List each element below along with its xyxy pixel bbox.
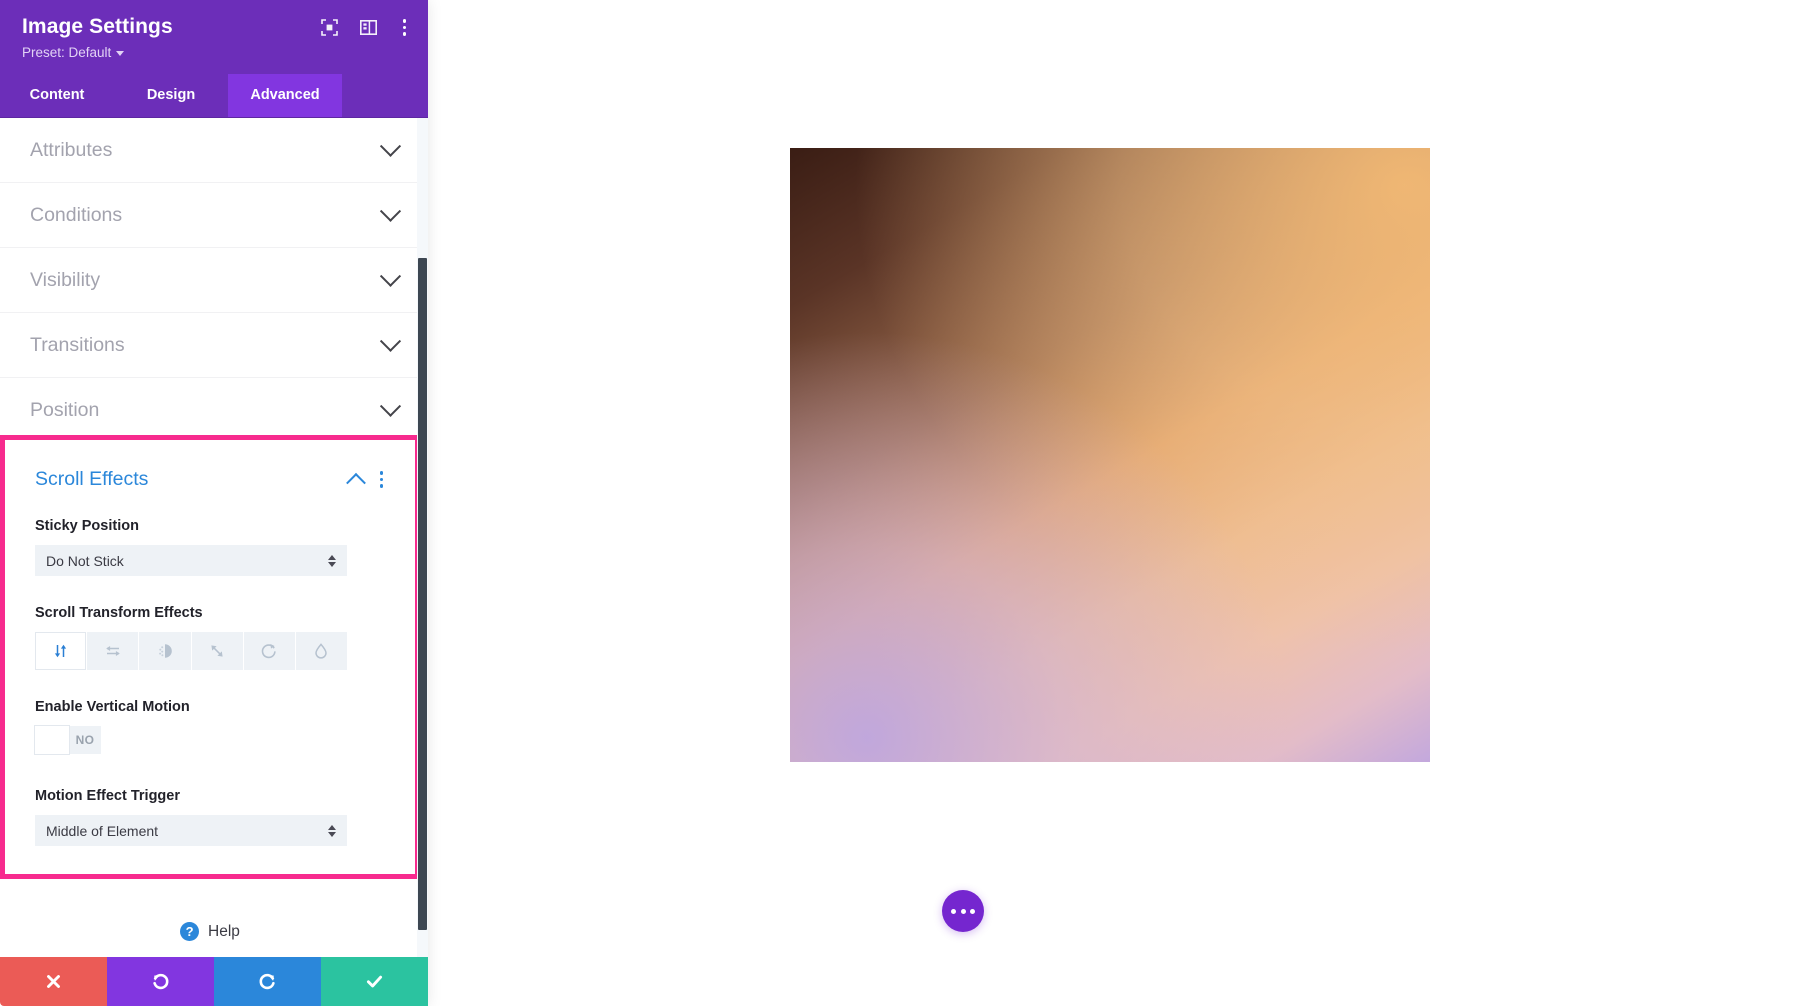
enable-vertical-motion-label: Enable Vertical Motion [35, 699, 190, 715]
section-label: Transitions [30, 333, 125, 356]
chevron-down-icon [116, 51, 125, 56]
section-label: Position [30, 398, 100, 421]
vertical-motion-icon[interactable] [35, 632, 88, 670]
chevron-down-icon [379, 395, 402, 417]
scaling-up-down-icon[interactable] [192, 632, 244, 670]
cancel-button[interactable] [0, 957, 107, 1006]
save-button[interactable] [321, 957, 428, 1006]
section-conditions[interactable]: Conditions [0, 183, 428, 248]
chevron-down-icon [379, 265, 402, 287]
tab-design[interactable]: Design [114, 74, 228, 117]
horizontal-motion-icon[interactable] [87, 632, 140, 670]
more-vertical-icon[interactable] [378, 469, 386, 490]
motion-effect-trigger-label: Motion Effect Trigger [35, 788, 180, 804]
panel-scrollbar-track[interactable] [417, 118, 428, 957]
sticky-position-value: Do Not Stick [46, 552, 124, 569]
motion-effect-trigger-select[interactable]: Middle of Element [35, 815, 347, 846]
sticky-position-select[interactable]: Do Not Stick [35, 545, 347, 576]
focus-frame-icon[interactable] [320, 18, 338, 36]
chevron-down-icon [379, 135, 402, 157]
panel-body: Attributes Conditions Visibility Transit… [0, 118, 428, 957]
panel-header: Image Settings Preset: Default [0, 0, 428, 74]
scroll-effects-header[interactable]: Scroll Effects [35, 468, 386, 493]
editor-canvas [428, 0, 1800, 1006]
section-transitions[interactable]: Transitions [0, 313, 428, 378]
settings-panel: Image Settings Preset: Default Content D… [0, 0, 428, 1006]
section-label: Attributes [30, 138, 113, 161]
blur-icon[interactable] [296, 632, 347, 670]
help-label: Help [208, 922, 240, 940]
chevron-down-icon [379, 200, 402, 222]
scroll-transform-effects-group [35, 632, 347, 670]
more-vertical-icon[interactable] [399, 17, 411, 38]
chevron-down-icon [379, 330, 402, 352]
section-attributes[interactable]: Attributes [0, 118, 428, 183]
enable-vertical-motion-toggle[interactable]: NO [35, 726, 101, 754]
section-label: Conditions [30, 203, 123, 226]
undo-button[interactable] [107, 957, 214, 1006]
scroll-transform-effects-label: Scroll Transform Effects [35, 605, 203, 621]
tab-advanced[interactable]: Advanced [228, 74, 342, 117]
tab-bar: Content Design Advanced [0, 74, 428, 118]
panel-scrollbar-thumb[interactable] [418, 258, 427, 930]
layout-panel-icon[interactable] [359, 19, 377, 35]
header-icon-group [320, 17, 411, 38]
toggle-knob [35, 726, 69, 754]
preset-selector[interactable]: Preset: Default [22, 45, 125, 60]
fading-in-out-icon[interactable] [139, 632, 192, 670]
panel-footer [0, 957, 428, 1006]
scroll-effects-title: Scroll Effects [35, 468, 149, 490]
section-visibility[interactable]: Visibility [0, 248, 428, 313]
tab-content[interactable]: Content [0, 74, 114, 117]
section-scroll-effects: Scroll Effects Sticky Position Do Not St… [0, 435, 420, 879]
section-position[interactable]: Position [0, 378, 428, 443]
toggle-state-label: NO [75, 733, 95, 747]
motion-effect-trigger-value: Middle of Element [46, 822, 159, 839]
help-link[interactable]: ? Help [0, 886, 420, 957]
gradient-image[interactable] [790, 148, 1430, 762]
more-options-button[interactable] [942, 890, 984, 932]
scroll-effects-header-icons [345, 469, 386, 493]
select-arrows-icon [328, 554, 336, 567]
sticky-position-label: Sticky Position [35, 518, 139, 534]
chevron-up-icon[interactable] [345, 472, 366, 493]
section-label: Visibility [30, 268, 101, 291]
preset-label: Preset: Default [22, 45, 112, 60]
app-root: Image Settings Preset: Default Content D… [0, 0, 1800, 1006]
redo-button[interactable] [214, 957, 321, 1006]
select-arrows-icon [328, 824, 336, 837]
help-icon: ? [180, 922, 200, 941]
rotating-icon[interactable] [244, 632, 296, 670]
